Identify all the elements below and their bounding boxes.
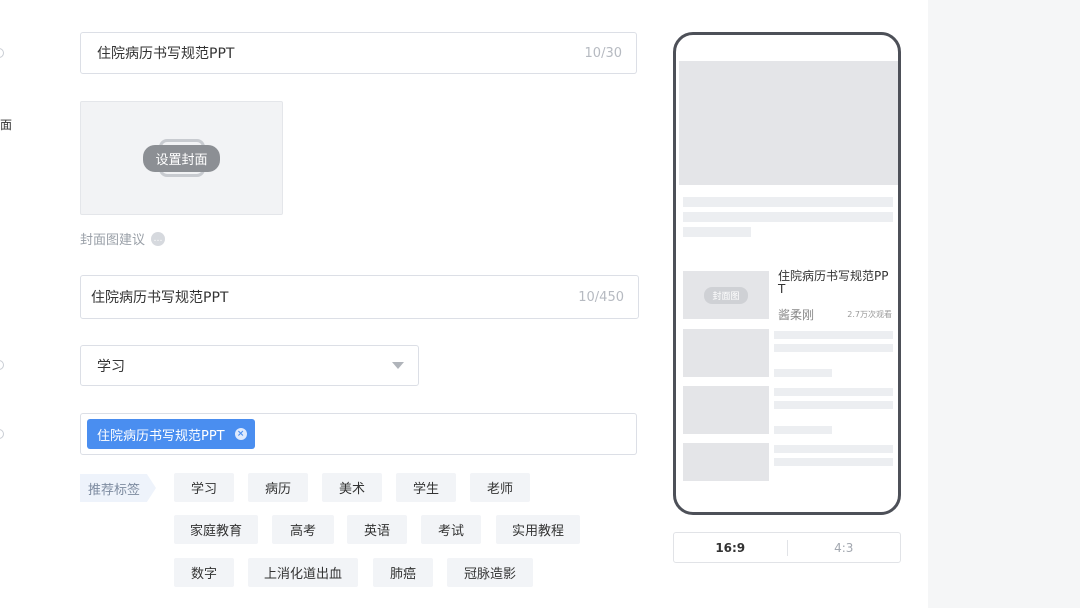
preview-thumb-placeholder [683,386,769,434]
recommended-tag[interactable]: 肺癌 [373,558,433,587]
recommended-tag[interactable]: 数字 [174,558,234,587]
description-input[interactable]: 住院病历书写规范PPT 10/450 [80,275,639,319]
preview-views: 2.7万次观看 [847,310,892,319]
preview-author: 酱柔刚 [778,308,815,322]
preview-title: 住院病历书写规范PPT [778,269,889,296]
recommended-tag[interactable]: 美术 [322,473,382,502]
recommended-tag[interactable]: 学生 [396,473,456,502]
set-cover-button[interactable]: 设置封面 [143,144,220,172]
preview-banner-placeholder [679,61,898,185]
category-select-value: 学习 [97,358,125,375]
preview-line-placeholder [774,369,832,377]
recommended-tags-label: 推荐标签 [80,474,156,502]
tag-chip[interactable]: 住院病历书写规范PPT × [87,419,255,449]
recommended-tag[interactable]: 英语 [347,515,407,544]
caret-down-icon [392,362,404,369]
category-select[interactable]: 学习 [80,345,419,386]
recommended-tag[interactable]: 高考 [272,515,334,544]
recommended-tag[interactable]: 冠脉造影 [447,558,533,587]
description-input-value: 住院病历书写规范PPT [91,290,229,306]
preview-line-placeholder [774,458,893,466]
tag-chip-label: 住院病历书写规范PPT [97,428,225,444]
recommended-tag[interactable]: 上消化道出血 [248,558,358,587]
cover-hint: 封面图建议 … [80,229,166,248]
preview-line-placeholder [774,388,893,396]
recommended-tag[interactable]: 家庭教育 [174,515,258,544]
preview-line-placeholder [774,331,893,339]
cover-hint-text: 封面图建议 [80,233,146,248]
recommended-tag[interactable]: 学习 [174,473,234,502]
recommended-tag[interactable]: 考试 [421,515,481,544]
required-marker [0,360,4,370]
ratio-16-9-option[interactable]: 16:9 [674,541,787,555]
chat-bubble-icon[interactable]: … [151,231,166,246]
title-char-count: 10/30 [584,45,622,61]
preview-cover-label: 封面图 [704,286,748,304]
publish-page: 面 住院病历书写规范PPT 10/30 设置封面 封面图建议 … 住院病历书写规… [0,0,1080,608]
preview-thumb-placeholder [683,329,769,377]
preview-line-placeholder [774,344,893,352]
preview-line-placeholder [683,212,893,222]
preview-cover-thumb: 封面图 [683,271,769,319]
required-marker [0,48,4,58]
recommended-tag[interactable]: 实用教程 [496,515,580,544]
cover-upload[interactable]: 设置封面 [80,101,283,215]
close-circle-icon[interactable]: × [234,428,247,440]
recommended-tag[interactable]: 老师 [470,473,530,502]
aspect-ratio-switch: 16:9 4:3 [673,532,901,563]
preview-line-placeholder [683,227,751,237]
preview-line-placeholder [774,445,893,453]
ratio-4-3-option[interactable]: 4:3 [788,541,901,555]
preview-line-placeholder [774,401,893,409]
recommended-tag[interactable]: 病历 [248,473,308,502]
preview-line-placeholder [774,426,832,434]
title-input[interactable]: 住院病历书写规范PPT 10/30 [80,32,637,74]
phone-preview: 封面图 住院病历书写规范PPT 酱柔刚 2.7万次观看 [673,32,901,515]
title-input-value: 住院病历书写规范PPT [97,46,235,62]
description-char-count: 10/450 [578,289,624,305]
preview-line-placeholder [683,197,893,207]
right-gutter [928,0,1080,608]
preview-thumb-placeholder [683,443,769,481]
tags-input[interactable]: 住院病历书写规范PPT × [80,413,637,455]
required-marker [0,429,4,439]
cover-label-partial: 面 [0,118,13,132]
